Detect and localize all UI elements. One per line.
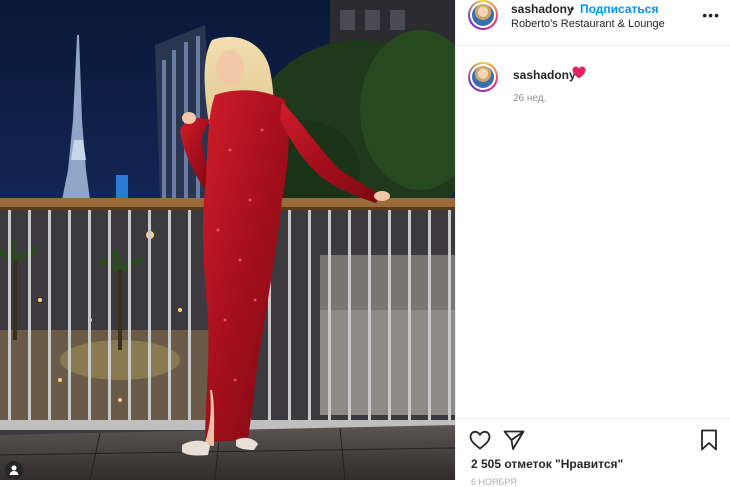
more-options-icon[interactable]: ••• xyxy=(702,8,720,22)
paper-plane-icon[interactable] xyxy=(502,428,526,452)
follow-button[interactable]: Подписаться xyxy=(580,2,658,16)
post-photo[interactable] xyxy=(0,0,455,480)
separator-dot: • xyxy=(570,2,575,16)
caption-username[interactable]: sashadony xyxy=(513,68,576,82)
user-icon[interactable] xyxy=(5,461,23,479)
bookmark-icon[interactable] xyxy=(697,428,721,452)
post-username[interactable]: sashadony xyxy=(511,2,574,16)
photo-image xyxy=(0,0,455,480)
heart-icon xyxy=(572,66,586,84)
action-bar: 2 505 отметок "Нравится" 6 НОЯБРЯ xyxy=(456,418,730,487)
post-header: sashadony • Подписаться Roberto's Restau… xyxy=(456,0,730,46)
post-date: 6 НОЯБРЯ xyxy=(471,477,517,487)
likes-count[interactable]: 2 505 отметок "Нравится" xyxy=(471,457,623,471)
post-time[interactable]: 26 нед. xyxy=(513,93,546,104)
heart-outline-icon[interactable] xyxy=(468,428,492,452)
location-link[interactable]: Roberto's Restaurant & Lounge xyxy=(511,18,665,30)
avatar[interactable] xyxy=(468,0,498,30)
caption-avatar[interactable] xyxy=(468,62,498,92)
post-sidebar: sashadony • Подписаться Roberto's Restau… xyxy=(455,0,730,487)
